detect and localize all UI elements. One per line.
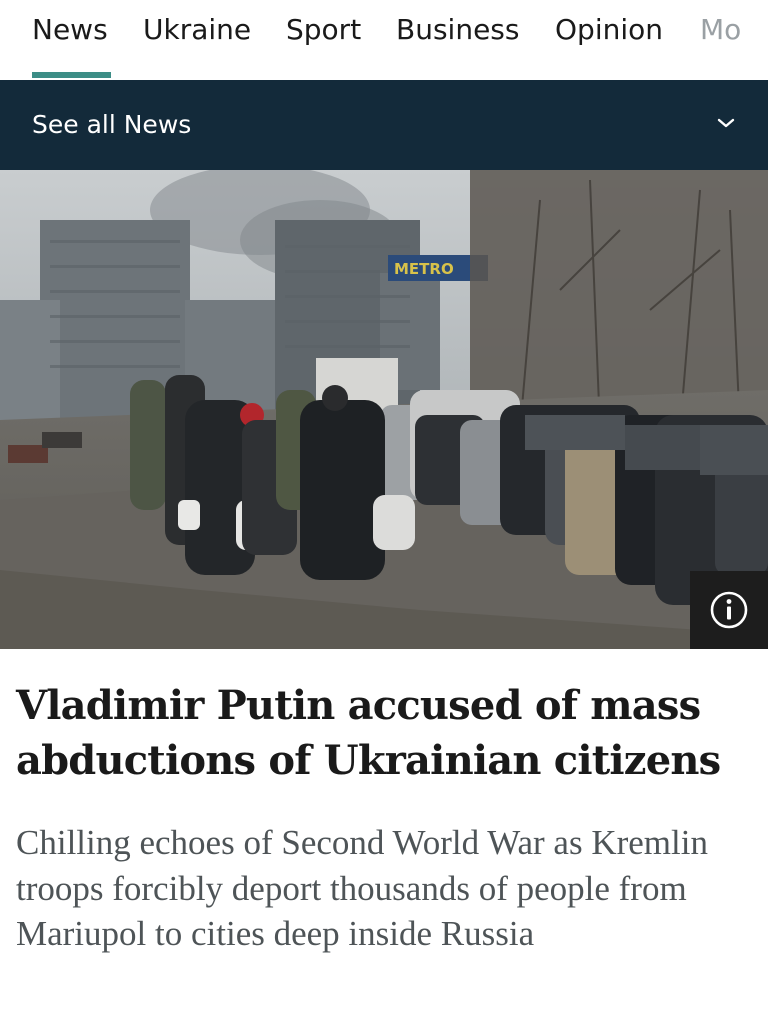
hero-image: METRO: [0, 170, 768, 649]
tab-ukraine[interactable]: Ukraine: [143, 10, 251, 50]
info-icon: [710, 591, 748, 629]
image-info-button[interactable]: [690, 571, 768, 649]
tab-business[interactable]: Business: [396, 10, 519, 50]
metro-sign-text: METRO: [394, 260, 454, 278]
tab-opinion[interactable]: Opinion: [555, 10, 663, 50]
article-standfirst: Chilling echoes of Second World War as K…: [16, 823, 708, 953]
tab-sport[interactable]: Sport: [286, 10, 361, 50]
see-all-news-dropdown[interactable]: See all News: [0, 80, 768, 170]
hero-photo: METRO: [0, 170, 768, 649]
active-tab-indicator: [32, 72, 111, 78]
chevron-down-icon: [717, 118, 735, 128]
tab-news[interactable]: News: [32, 10, 108, 50]
tab-more[interactable]: Mo: [700, 10, 741, 50]
section-nav: News Ukraine Sport Business Opinion Mo: [0, 0, 768, 80]
article-headline[interactable]: Vladimir Putin accused of mass abduction…: [16, 678, 736, 788]
see-all-news-label: See all News: [32, 110, 192, 139]
